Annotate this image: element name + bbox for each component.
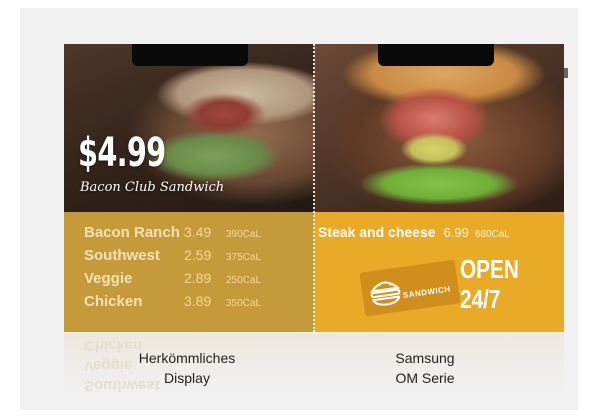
split-divider xyxy=(313,44,315,332)
menu-board-bright: Steak and cheese 6.99 680CaL SANDWICH OP… xyxy=(314,212,564,332)
featured-menu-row: Steak and cheese 6.99 680CaL xyxy=(318,224,510,240)
menu-item-calories: 375CaL xyxy=(226,252,262,263)
caption-line: Display xyxy=(164,370,210,386)
caption-line: Samsung xyxy=(395,350,455,366)
menu-row: Veggie 2.89 250CaL xyxy=(84,270,314,293)
caption-line: Herkömmliches xyxy=(138,350,236,366)
menu-item-name: Steak and cheese xyxy=(318,224,436,240)
menu-item-name: Chicken xyxy=(84,293,143,310)
samsung-om-half: Steak and cheese 6.99 680CaL SANDWICH OP… xyxy=(314,44,564,332)
opening-hours: OPEN 24/7 xyxy=(460,254,524,314)
featured-price: $4.99 xyxy=(78,130,166,176)
menu-item-calories: 350CaL xyxy=(226,298,262,309)
menu-item-price: 3.49 xyxy=(184,224,212,240)
menu-row: Bacon Ranch 3.49 390CaL xyxy=(84,224,314,247)
menu-list: Bacon Ranch 3.49 390CaL Southwest 2.59 3… xyxy=(84,224,314,316)
caption-line: OM Serie xyxy=(395,370,455,386)
logo-word: SANDWICH xyxy=(402,284,452,301)
menu-item-price: 3.89 xyxy=(184,293,212,309)
menu-row: Southwest 2.59 375CaL xyxy=(84,247,314,270)
display-comparison: $4.99 Bacon Club Sandwich Bacon Ranch 3.… xyxy=(64,44,564,332)
menu-board-dim: Bacon Ranch 3.49 390CaL Southwest 2.59 3… xyxy=(64,212,314,332)
menu-item-calories: 680CaL xyxy=(474,229,510,240)
menu-item-price: 2.89 xyxy=(184,270,212,286)
menu-item-price: 6.99 xyxy=(443,225,469,240)
menu-item-name: Veggie xyxy=(84,270,133,287)
menu-item-calories: 250CaL xyxy=(226,275,262,286)
camera-notch xyxy=(378,44,494,66)
sandwich-icon xyxy=(369,281,401,306)
sandwich-logo: SANDWICH xyxy=(359,259,461,317)
display-side-bracket xyxy=(564,68,568,78)
conventional-display-half: $4.99 Bacon Club Sandwich Bacon Ranch 3.… xyxy=(64,44,314,332)
camera-notch xyxy=(132,44,248,66)
hours-label: 24/7 xyxy=(460,284,501,314)
menu-item-price: 2.59 xyxy=(184,247,212,263)
menu-item-name: Bacon Ranch xyxy=(84,224,180,241)
menu-item-name: Southwest xyxy=(84,247,160,264)
open-label: OPEN xyxy=(460,254,519,284)
caption-conventional-display: Herkömmliches Display xyxy=(112,348,262,388)
featured-product-name: Bacon Club Sandwich xyxy=(80,180,225,195)
menu-row: Chicken 3.89 350CaL xyxy=(84,293,314,316)
sandwich-photo-bright xyxy=(314,44,564,212)
caption-samsung-om: Samsung OM Serie xyxy=(360,348,490,388)
menu-item-calories: 390CaL xyxy=(226,229,262,240)
